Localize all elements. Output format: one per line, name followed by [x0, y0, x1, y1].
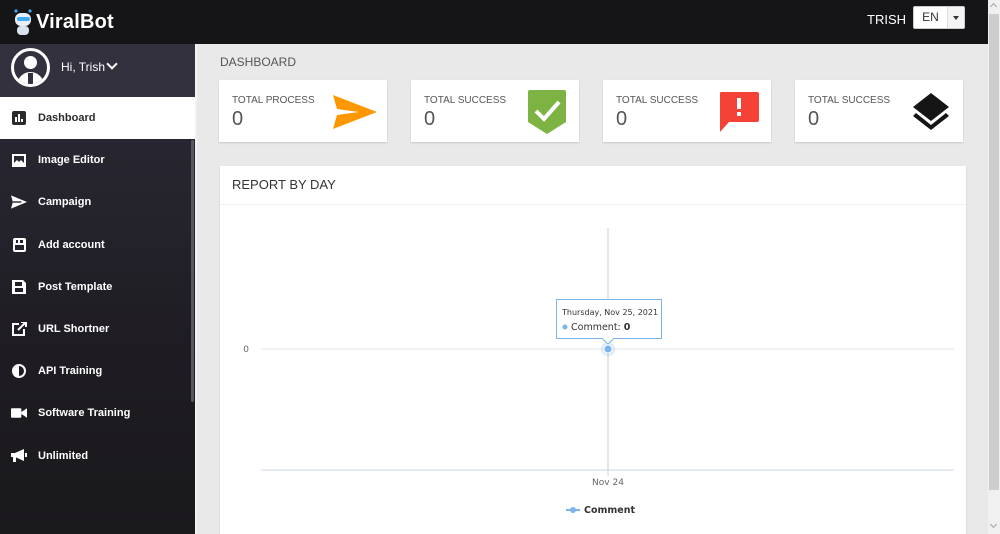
stat-value: 0 — [808, 108, 820, 130]
sidebar-item-add-account[interactable]: Add account — [0, 224, 195, 266]
sidebar-scrollbar[interactable] — [191, 140, 194, 402]
scroll-up-icon[interactable] — [989, 2, 998, 11]
bar-chart-icon — [11, 111, 27, 126]
greeting: Hi, Trish — [61, 60, 106, 74]
stat-value: 0 — [424, 108, 436, 130]
stat-label: TOTAL SUCCESS — [808, 95, 891, 106]
report-title: REPORT BY DAY — [232, 177, 336, 192]
image-icon — [11, 153, 27, 167]
brand-name: ViralBot — [36, 10, 114, 33]
paper-plane-icon — [11, 195, 27, 210]
sidebar-item-label: Image Editor — [38, 154, 105, 167]
tooltip-marker — [562, 324, 568, 330]
brand-logo[interactable]: ViralBot — [12, 6, 114, 38]
svg-text:Comment: 0: Comment: 0 — [571, 322, 631, 333]
tooltip-value: 0 — [624, 322, 631, 333]
tooltip-date: Thursday, Nov 25, 2021 — [561, 308, 658, 317]
half-circle-icon — [11, 364, 27, 379]
x-tick-label: Nov 24 — [592, 478, 624, 488]
sidebar-item-label: Add account — [38, 238, 105, 251]
sidebar-item-software-training[interactable]: Software Training — [0, 392, 195, 434]
stat-value: 0 — [616, 108, 628, 130]
caret-down-icon[interactable] — [947, 7, 964, 28]
y-tick-label: 0 — [243, 345, 249, 355]
sidebar-item-unlimited[interactable]: Unlimited — [0, 435, 195, 477]
sidebar-item-label: Software Training — [38, 407, 131, 420]
legend-item-comment[interactable]: Comment — [566, 505, 636, 516]
stat-label: TOTAL SUCCESS — [616, 95, 699, 106]
legend-marker — [570, 507, 576, 513]
layers-icon — [909, 91, 953, 133]
page-title: DASHBOARD — [220, 55, 297, 69]
chevron-down-icon[interactable] — [106, 58, 118, 70]
robot-icon — [12, 8, 34, 36]
user-name[interactable]: TRISH — [867, 12, 906, 27]
report-chart: 0 Nov 24 Thursday, Nov 25, 2021 Comment:… — [243, 228, 954, 516]
stat-card-total-success: TOTAL SUCCESS 0 — [411, 80, 579, 142]
page-scrollbar[interactable] — [988, 0, 1000, 534]
alert-comment-icon — [717, 91, 761, 133]
tooltip-series-label: Comment: — [571, 322, 621, 333]
report-panel: REPORT BY DAY 0 Nov 24 Thursday, Nov 25,… — [220, 166, 966, 534]
scrollbar-thumb[interactable] — [989, 14, 999, 490]
tooltip: Thursday, Nov 25, 2021 Comment: 0 — [556, 299, 662, 345]
language-select[interactable]: EN — [913, 6, 965, 29]
sidebar-item-api-training[interactable]: API Training — [0, 350, 195, 392]
divider — [220, 204, 966, 205]
scroll-down-icon[interactable] — [989, 520, 998, 529]
sidebar-item-label: Campaign — [38, 196, 92, 209]
stat-value: 0 — [232, 108, 244, 130]
sidebar-item-campaign[interactable]: Campaign — [0, 181, 195, 223]
sidebar-item-dashboard[interactable]: Dashboard — [0, 97, 195, 140]
sidebar-item-label: Unlimited — [38, 449, 89, 462]
stat-card-total-process: TOTAL PROCESS 0 — [219, 80, 387, 142]
video-camera-icon — [11, 406, 27, 420]
stat-card-alerts: TOTAL SUCCESS 0 — [603, 80, 771, 142]
sidebar-item-label: Dashboard — [38, 112, 96, 125]
sidebar: Hi, Trish Dashboard Image Editor Campaig… — [0, 44, 195, 534]
sidebar-item-label: API Training — [38, 365, 103, 378]
megaphone-icon — [11, 448, 27, 463]
external-link-icon — [11, 322, 27, 337]
youtube-icon — [11, 237, 27, 252]
data-point — [603, 344, 613, 354]
legend-label: Comment — [584, 505, 636, 516]
shield-check-icon — [525, 90, 569, 134]
top-bar: ViralBot TRISH EN — [0, 0, 988, 44]
avatar — [11, 48, 50, 87]
language-value: EN — [922, 10, 939, 24]
send-arrow-icon — [333, 91, 377, 133]
floppy-disk-icon — [11, 279, 27, 294]
sidebar-item-url-shortner[interactable]: URL Shortner — [0, 308, 195, 350]
user-profile[interactable]: Hi, Trish — [0, 44, 195, 97]
stat-label: TOTAL SUCCESS — [424, 95, 507, 106]
sidebar-item-image-editor[interactable]: Image Editor — [0, 139, 195, 181]
main-content: DASHBOARD TOTAL PROCESS 0 TOTAL SUCCESS … — [195, 44, 988, 534]
sidebar-item-label: Post Template — [38, 280, 113, 293]
stat-card-layers: TOTAL SUCCESS 0 — [795, 80, 963, 142]
sidebar-item-post-template[interactable]: Post Template — [0, 266, 195, 308]
sidebar-item-label: URL Shortner — [38, 323, 110, 336]
sidebar-nav: Dashboard Image Editor Campaign Add acco… — [0, 97, 195, 477]
stat-label: TOTAL PROCESS — [232, 95, 315, 106]
